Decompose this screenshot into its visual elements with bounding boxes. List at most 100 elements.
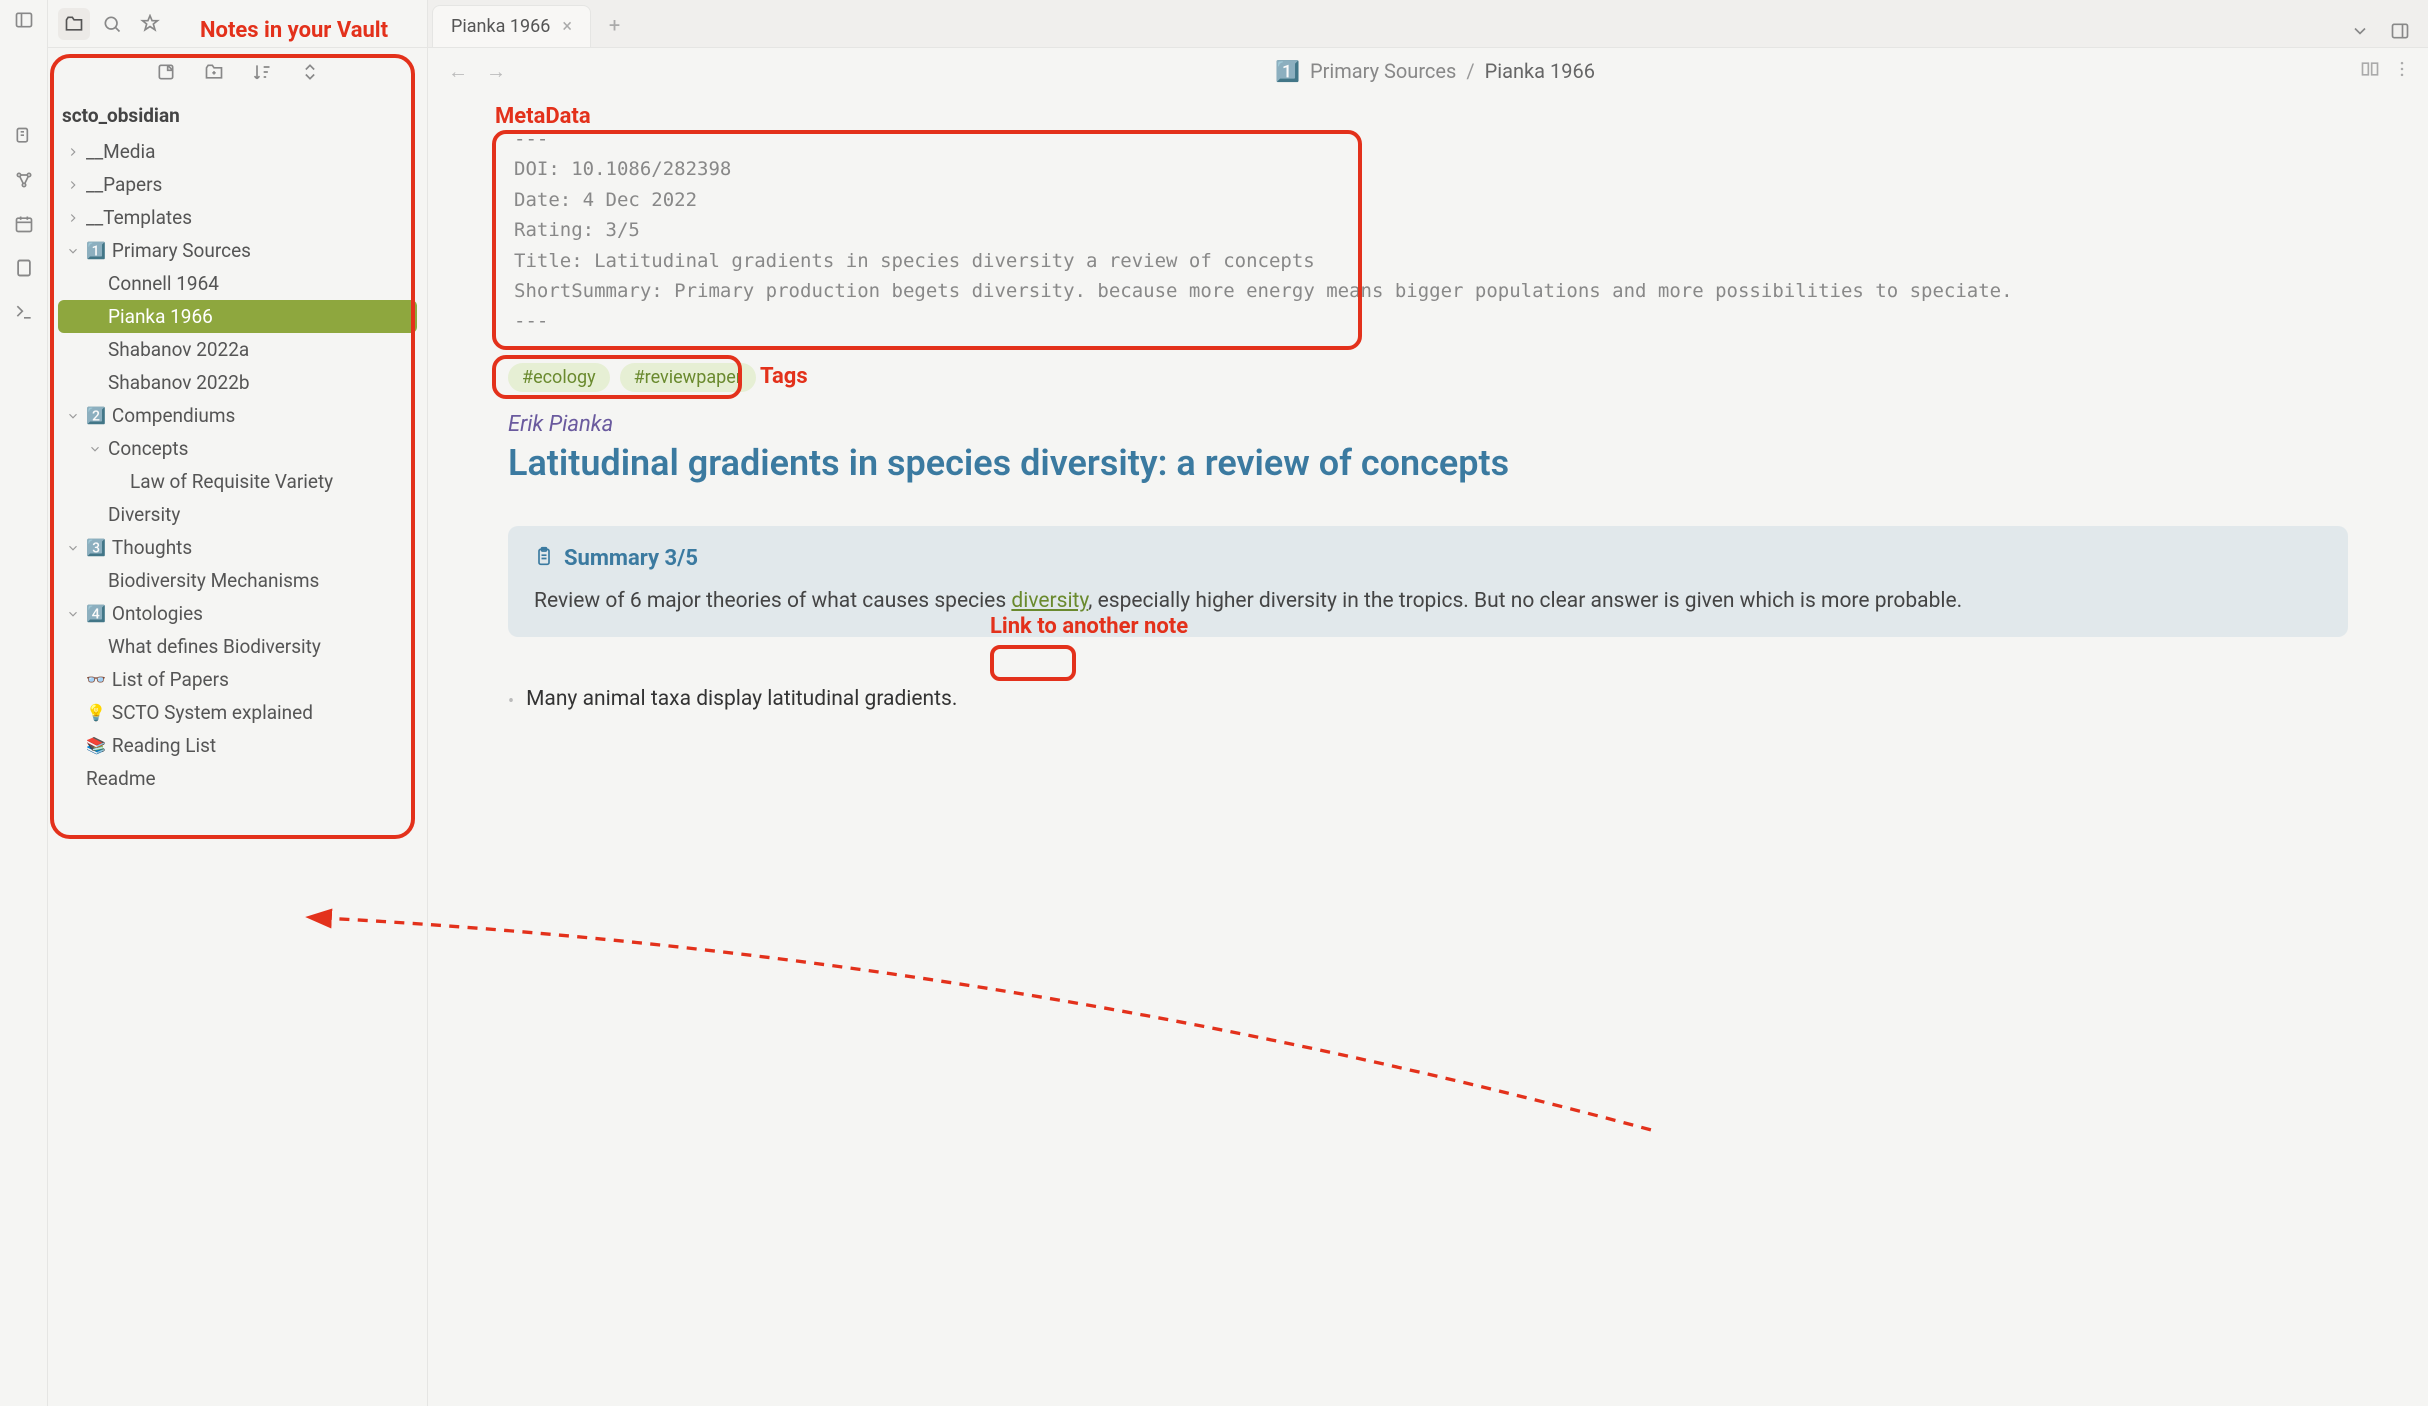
chevron-icon bbox=[66, 244, 80, 258]
tree-item-label: Pianka 1966 bbox=[108, 305, 213, 328]
tree-item-label: Diversity bbox=[108, 503, 180, 526]
new-tab-button[interactable]: + bbox=[595, 3, 634, 47]
nav-back-icon[interactable]: ← bbox=[444, 59, 472, 84]
tree-item[interactable]: 💡 SCTO System explained bbox=[58, 696, 417, 729]
tree-item-label: List of Papers bbox=[112, 668, 229, 691]
tree-item[interactable]: 👓 List of Papers bbox=[58, 663, 417, 696]
tree-item-label: Ontologies bbox=[112, 602, 203, 625]
collapse-icon[interactable] bbox=[296, 58, 324, 86]
more-options-icon[interactable] bbox=[2392, 59, 2412, 83]
template-icon[interactable] bbox=[8, 252, 40, 284]
files-tab-icon[interactable] bbox=[58, 8, 90, 40]
tree-item[interactable]: Biodiversity Mechanisms bbox=[58, 564, 417, 597]
breadcrumb-emoji: 1️⃣ bbox=[1275, 59, 1300, 83]
tree-item[interactable]: What defines Biodiversity bbox=[58, 630, 417, 663]
folder-emoji: 👓 bbox=[86, 670, 106, 689]
folder-emoji: 4️⃣ bbox=[86, 604, 106, 623]
tree-item-label: Reading List bbox=[112, 734, 216, 757]
tab-active[interactable]: Pianka 1966 × bbox=[432, 5, 591, 47]
tree-item[interactable]: __Papers bbox=[58, 168, 417, 201]
tree-item[interactable]: __Media bbox=[58, 135, 417, 168]
meta-sep-end: --- bbox=[514, 306, 2342, 336]
tree-item-label: Connell 1964 bbox=[108, 272, 219, 295]
tree-item[interactable]: Shabanov 2022b bbox=[58, 366, 417, 399]
meta-title: Latitudinal gradients in species diversi… bbox=[594, 250, 1315, 272]
tree-item[interactable]: __Templates bbox=[58, 201, 417, 234]
breadcrumb-current[interactable]: Pianka 1966 bbox=[1485, 59, 1595, 83]
reading-view-icon[interactable] bbox=[2360, 59, 2380, 83]
chevron-icon bbox=[66, 607, 80, 621]
bullet-text: Many animal taxa display latitudinal gra… bbox=[526, 687, 957, 711]
tags-row: #ecology #reviewpaper bbox=[508, 363, 2348, 392]
tree-item-label: Compendiums bbox=[112, 404, 235, 427]
meta-doi: 10.1086/282398 bbox=[571, 158, 731, 180]
clipboard-icon bbox=[534, 546, 554, 572]
breadcrumb: 1️⃣ Primary Sources / Pianka 1966 bbox=[520, 59, 2350, 83]
vault-name: scto_obsidian bbox=[48, 96, 427, 131]
breadcrumb-folder[interactable]: Primary Sources bbox=[1310, 59, 1456, 83]
quick-switcher-icon[interactable] bbox=[8, 120, 40, 152]
summary-text: Review of 6 major theories of what cause… bbox=[534, 586, 2322, 618]
tree-item[interactable]: 📚 Reading List bbox=[58, 729, 417, 762]
sort-icon[interactable] bbox=[248, 58, 276, 86]
meta-sep: --- bbox=[514, 124, 2342, 154]
folder-emoji: 📚 bbox=[86, 736, 106, 755]
document-title: Latitudinal gradients in species diversi… bbox=[508, 441, 2348, 486]
tag-pill[interactable]: #ecology bbox=[508, 363, 610, 392]
tab-title: Pianka 1966 bbox=[451, 16, 550, 37]
graph-icon[interactable] bbox=[8, 164, 40, 196]
tree-item[interactable]: Diversity bbox=[58, 498, 417, 531]
tree-item[interactable]: Readme bbox=[58, 762, 417, 795]
chevron-icon bbox=[88, 442, 102, 456]
tree-item-label: Readme bbox=[86, 767, 156, 790]
metadata-block[interactable]: --- DOI: 10.1086/282398 Date: 4 Dec 2022… bbox=[508, 114, 2348, 347]
author: Erik Pianka bbox=[508, 412, 2348, 437]
tree-item-label: __Templates bbox=[86, 206, 192, 229]
new-note-icon[interactable] bbox=[152, 58, 180, 86]
tree-item[interactable]: 2️⃣ Compendiums bbox=[58, 399, 417, 432]
tree-item-label: SCTO System explained bbox=[112, 701, 313, 724]
ribbon-left bbox=[0, 0, 48, 1406]
tab-close-icon[interactable]: × bbox=[562, 16, 572, 37]
breadcrumb-sep: / bbox=[1466, 59, 1474, 83]
chevron-icon bbox=[66, 541, 80, 555]
summary-callout: Summary 3/5 Review of 6 major theories o… bbox=[508, 526, 2348, 638]
bookmarks-tab-icon[interactable] bbox=[134, 8, 166, 40]
search-tab-icon[interactable] bbox=[96, 8, 128, 40]
new-folder-icon[interactable] bbox=[200, 58, 228, 86]
tree-item[interactable]: 3️⃣ Thoughts bbox=[58, 531, 417, 564]
tree-item[interactable]: Shabanov 2022a bbox=[58, 333, 417, 366]
tree-item[interactable]: Connell 1964 bbox=[58, 267, 417, 300]
tree-item-label: What defines Biodiversity bbox=[108, 635, 321, 658]
file-tree: __Media __Papers __Templates 1️⃣Primary Sou… bbox=[48, 131, 427, 1406]
tree-item[interactable]: Law of Requisite Variety bbox=[58, 465, 417, 498]
folder-emoji: 2️⃣ bbox=[86, 406, 106, 425]
summary-heading: Summary 3/5 bbox=[564, 546, 698, 571]
tree-item[interactable]: Pianka 1966 bbox=[58, 300, 417, 333]
file-explorer-panel: scto_obsidian __Media __Papers __Templates… bbox=[48, 0, 428, 1406]
tree-item-label: Thoughts bbox=[112, 536, 192, 559]
chevron-icon bbox=[66, 409, 80, 423]
tree-item[interactable]: Concepts bbox=[58, 432, 417, 465]
right-panel-toggle-icon[interactable] bbox=[2384, 15, 2416, 47]
tree-item[interactable]: 4️⃣ Ontologies bbox=[58, 597, 417, 630]
tree-item-label: __Media bbox=[86, 140, 155, 163]
note-content: --- DOI: 10.1086/282398 Date: 4 Dec 2022… bbox=[428, 94, 2428, 1406]
tab-dropdown-icon[interactable] bbox=[2344, 15, 2376, 47]
tree-item-label: Shabanov 2022b bbox=[108, 371, 250, 394]
calendar-icon[interactable] bbox=[8, 208, 40, 240]
tree-item-label: __Papers bbox=[86, 173, 162, 196]
left-panel-toggle-icon[interactable] bbox=[8, 4, 40, 36]
meta-rating: 3/5 bbox=[606, 219, 640, 241]
chevron-icon bbox=[66, 145, 80, 159]
tree-item[interactable]: 1️⃣Primary Sources bbox=[58, 234, 417, 267]
nav-forward-icon[interactable]: → bbox=[482, 59, 510, 84]
note-link-diversity[interactable]: diversity bbox=[1011, 589, 1088, 613]
command-icon[interactable] bbox=[8, 296, 40, 328]
folder-emoji: 3️⃣ bbox=[86, 538, 106, 557]
bullet-icon: • bbox=[508, 691, 514, 712]
tree-item-label: Concepts bbox=[108, 437, 188, 460]
tree-item-label: Law of Requisite Variety bbox=[130, 470, 333, 493]
folder-emoji: 💡 bbox=[86, 703, 106, 722]
tag-pill[interactable]: #reviewpaper bbox=[620, 363, 756, 392]
